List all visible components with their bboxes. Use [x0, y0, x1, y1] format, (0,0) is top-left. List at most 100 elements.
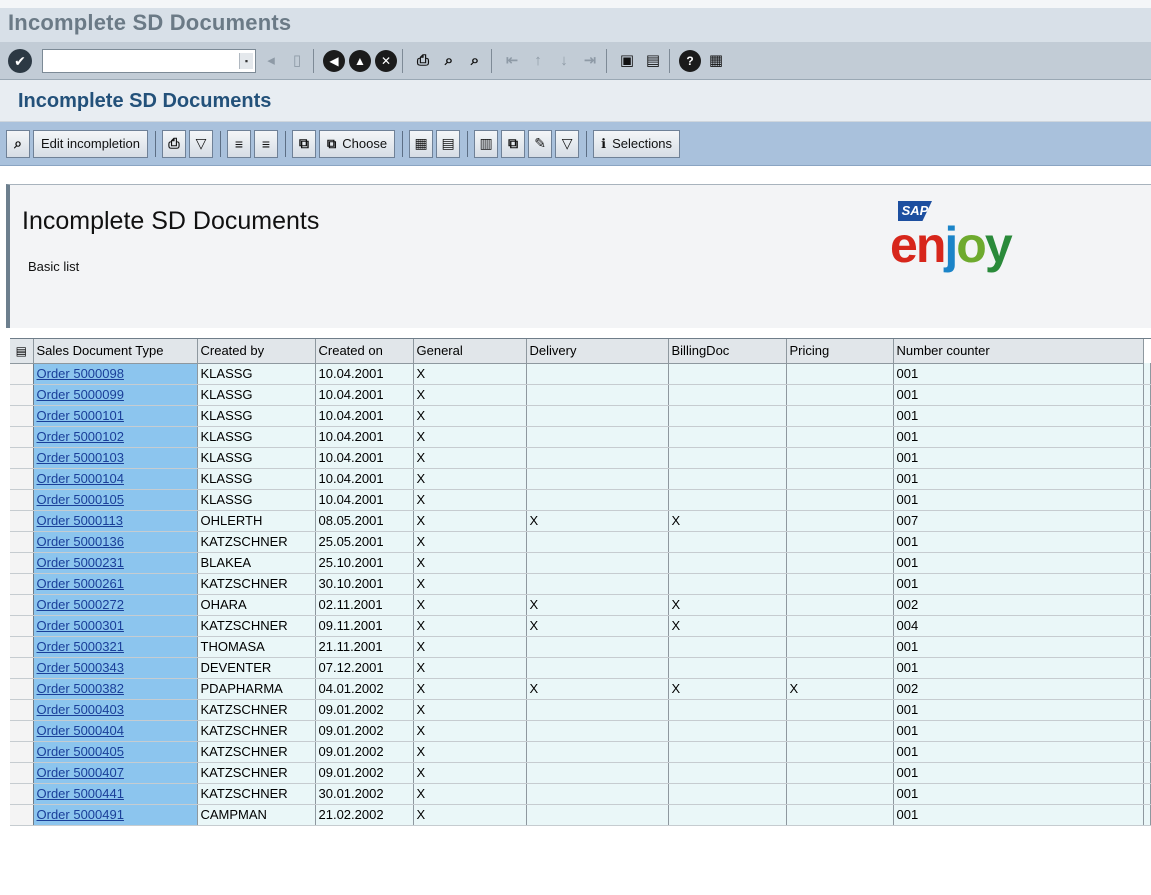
row-selector[interactable] — [10, 573, 34, 595]
table-row[interactable]: Order 5000101 KLASSG 10.04.2001 X 001 — [10, 405, 1151, 427]
export-button[interactable]: ▦ — [409, 129, 434, 158]
select-all-icon[interactable]: ▤ — [10, 339, 34, 364]
row-selector[interactable] — [10, 426, 34, 448]
sales-document-type-cell[interactable]: Order 5000105 — [33, 489, 198, 511]
last-page-icon[interactable]: ⇥ — [579, 50, 601, 72]
print-icon[interactable]: ⎙ — [412, 50, 434, 72]
column-header[interactable]: Pricing — [786, 339, 894, 364]
previous-page-icon[interactable]: ↑ — [527, 50, 549, 72]
table-row[interactable]: Order 5000491 CAMPMAN 21.02.2002 X 001 — [10, 804, 1151, 826]
sort-descending-button[interactable]: ≡ — [254, 129, 278, 158]
row-selector[interactable] — [10, 678, 34, 700]
change-layout-button[interactable]: ✎ — [528, 129, 553, 158]
row-selector[interactable] — [10, 657, 34, 679]
first-page-icon[interactable]: ⇤ — [501, 50, 523, 72]
command-field[interactable]: ▪ — [42, 48, 256, 73]
row-selector[interactable] — [10, 531, 34, 553]
document-link[interactable]: Order 5000321 — [37, 639, 124, 654]
layout-button[interactable]: ▤ — [436, 129, 461, 158]
sales-document-type-cell[interactable]: Order 5000272 — [33, 594, 198, 616]
sales-document-type-cell[interactable]: Order 5000343 — [33, 657, 198, 679]
sales-document-type-cell[interactable]: Order 5000098 — [33, 363, 198, 385]
table-row[interactable]: Order 5000103 KLASSG 10.04.2001 X 001 — [10, 447, 1151, 469]
find-next-icon[interactable]: ⌕ — [464, 50, 486, 72]
document-link[interactable]: Order 5000113 — [37, 513, 124, 528]
document-link[interactable]: Order 5000272 — [37, 597, 124, 612]
document-link[interactable]: Order 5000404 — [37, 723, 124, 738]
document-link[interactable]: Order 5000103 — [37, 450, 124, 465]
display-document-button[interactable]: ⌕ — [6, 129, 30, 158]
document-link[interactable]: Order 5000343 — [37, 660, 124, 675]
filter-button[interactable]: ▽ — [189, 129, 213, 158]
document-link[interactable]: Order 5000407 — [37, 765, 124, 780]
sales-document-type-cell[interactable]: Order 5000099 — [33, 384, 198, 406]
sales-document-type-cell[interactable]: Order 5000405 — [33, 741, 198, 763]
document-link[interactable]: Order 5000105 — [37, 492, 124, 507]
column-header[interactable]: Created on — [315, 339, 414, 364]
document-link[interactable]: Order 5000441 — [37, 786, 124, 801]
sales-document-type-cell[interactable]: Order 5000491 — [33, 804, 198, 826]
row-selector[interactable] — [10, 594, 34, 616]
enter-check-icon[interactable]: ✔ — [8, 48, 32, 73]
sales-document-type-cell[interactable]: Order 5000261 — [33, 573, 198, 595]
document-link[interactable]: Order 5000104 — [37, 471, 124, 486]
table-row[interactable]: Order 5000105 KLASSG 10.04.2001 X 001 — [10, 489, 1151, 511]
sales-document-type-cell[interactable]: Order 5000301 — [33, 615, 198, 637]
document-link[interactable]: Order 5000101 — [37, 408, 124, 423]
column-header[interactable]: Delivery — [526, 339, 669, 364]
table-row[interactable]: Order 5000098 KLASSG 10.04.2001 X 001 — [10, 363, 1151, 385]
table-row[interactable]: Order 5000136 KATZSCHNER 25.05.2001 X 001 — [10, 531, 1151, 553]
row-selector[interactable] — [10, 783, 34, 805]
row-selector[interactable] — [10, 363, 34, 385]
table-row[interactable]: Order 5000102 KLASSG 10.04.2001 X 001 — [10, 426, 1151, 448]
next-page-icon[interactable]: ↓ — [553, 50, 575, 72]
table-row[interactable]: Order 5000113 OHLERTH 08.05.2001 X X X 007 — [10, 510, 1151, 532]
table-row[interactable]: Order 5000099 KLASSG 10.04.2001 X 001 — [10, 384, 1151, 406]
row-selector[interactable] — [10, 762, 34, 784]
row-selector[interactable] — [10, 741, 34, 763]
save-icon[interactable]: ▯ — [286, 50, 308, 72]
sales-document-type-cell[interactable]: Order 5000407 — [33, 762, 198, 784]
document-link[interactable]: Order 5000231 — [37, 555, 124, 570]
table-row[interactable]: Order 5000403 KATZSCHNER 09.01.2002 X 001 — [10, 699, 1151, 721]
row-selector[interactable] — [10, 552, 34, 574]
sales-document-type-cell[interactable]: Order 5000136 — [33, 531, 198, 553]
row-selector[interactable] — [10, 384, 34, 406]
back-icon[interactable]: ◀ — [323, 49, 345, 72]
create-shortcut-icon[interactable]: ▤ — [642, 50, 664, 72]
table-row[interactable]: Order 5000441 KATZSCHNER 30.01.2002 X 001 — [10, 783, 1151, 805]
document-link[interactable]: Order 5000382 — [37, 681, 124, 696]
column-header[interactable]: Number counter — [893, 339, 1144, 364]
sales-document-type-cell[interactable]: Order 5000441 — [33, 783, 198, 805]
document-link[interactable]: Order 5000301 — [37, 618, 124, 633]
table-row[interactable]: Order 5000261 KATZSCHNER 30.10.2001 X 001 — [10, 573, 1151, 595]
document-link[interactable]: Order 5000136 — [37, 534, 124, 549]
sales-document-type-cell[interactable]: Order 5000104 — [33, 468, 198, 490]
cancel-icon[interactable]: ✕ — [375, 49, 397, 72]
document-link[interactable]: Order 5000491 — [37, 807, 124, 822]
row-selector[interactable] — [10, 636, 34, 658]
row-selector[interactable] — [10, 510, 34, 532]
sort-ascending-button[interactable]: ≡ — [227, 129, 251, 158]
table-row[interactable]: Order 5000407 KATZSCHNER 09.01.2002 X 001 — [10, 762, 1151, 784]
sales-document-type-cell[interactable]: Order 5000382 — [33, 678, 198, 700]
table-row[interactable]: Order 5000321 THOMASA 21.11.2001 X 001 — [10, 636, 1151, 658]
row-selector[interactable] — [10, 720, 34, 742]
column-header[interactable]: Sales Document Type — [33, 339, 198, 364]
table-row[interactable]: Order 5000104 KLASSG 10.04.2001 X 001 — [10, 468, 1151, 490]
select-layout-button[interactable]: ▥ — [474, 129, 499, 158]
layout-menu-icon[interactable]: ▦ — [705, 50, 727, 72]
row-selector[interactable] — [10, 405, 34, 427]
sales-document-type-cell[interactable]: Order 5000403 — [33, 699, 198, 721]
sales-document-type-cell[interactable]: Order 5000101 — [33, 405, 198, 427]
table-row[interactable]: Order 5000301 KATZSCHNER 09.11.2001 X X X 004 — [10, 615, 1151, 637]
row-selector[interactable] — [10, 804, 34, 826]
create-session-icon[interactable]: ▣ — [616, 50, 638, 72]
row-selector[interactable] — [10, 468, 34, 490]
document-link[interactable]: Order 5000403 — [37, 702, 124, 717]
exit-icon[interactable]: ▲ — [349, 49, 371, 72]
row-selector[interactable] — [10, 489, 34, 511]
table-row[interactable]: Order 5000405 KATZSCHNER 09.01.2002 X 001 — [10, 741, 1151, 763]
choose-button[interactable]: ⧉ Choose — [319, 129, 396, 158]
document-link[interactable]: Order 5000261 — [37, 576, 124, 591]
